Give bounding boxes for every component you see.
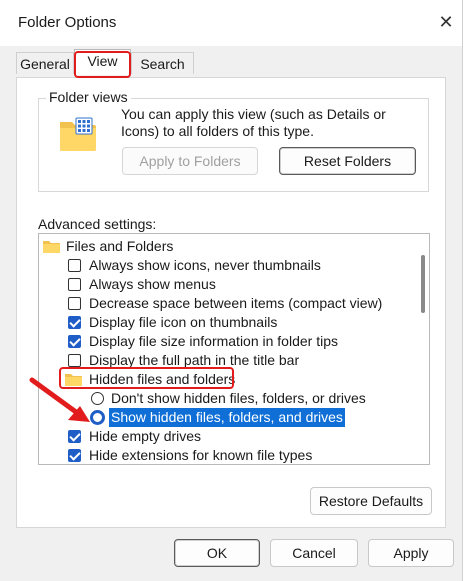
option-label-selected: Show hidden files, folders, and drives [109, 408, 345, 427]
checkbox[interactable] [68, 354, 81, 367]
checkbox[interactable] [68, 278, 81, 291]
apply-button[interactable]: Apply [368, 539, 454, 567]
advanced-settings-tree[interactable]: Files and Folders Always show icons, nev… [38, 233, 430, 465]
tab-strip: General View Search [16, 49, 446, 78]
checkbox-checked[interactable] [68, 430, 81, 443]
option-label: Don't show hidden files, folders, or dri… [111, 390, 366, 406]
apply-to-folders-button[interactable]: Apply to Folders [122, 147, 258, 175]
tab-search[interactable]: Search [131, 52, 194, 74]
option-hide-empty-drives[interactable]: Hide empty drives [39, 427, 419, 446]
option-label: Always show icons, never thumbnails [89, 257, 321, 273]
restore-defaults-button[interactable]: Restore Defaults [310, 487, 432, 515]
folder-views-legend: Folder views [46, 89, 131, 105]
advanced-settings-label: Advanced settings: [38, 216, 157, 232]
option-label: Decrease space between items (compact vi… [89, 295, 383, 311]
scrollbar-thumb[interactable] [421, 255, 425, 313]
option-file-size-tips[interactable]: Display file size information in folder … [39, 332, 419, 351]
option-hide-extensions[interactable]: Hide extensions for known file types [39, 446, 419, 464]
checkbox-checked[interactable] [68, 316, 81, 329]
close-icon[interactable]: ✕ [436, 12, 456, 32]
checkbox[interactable] [68, 297, 81, 310]
reset-folders-button[interactable]: Reset Folders [279, 147, 416, 175]
checkbox[interactable] [68, 259, 81, 272]
checkbox-checked[interactable] [68, 335, 81, 348]
ok-button[interactable]: OK [174, 539, 260, 567]
option-always-show-menus[interactable]: Always show menus [39, 275, 419, 294]
folder-icon [43, 241, 60, 253]
checkbox-checked[interactable] [68, 449, 81, 462]
folder-view-icon [60, 117, 96, 151]
option-always-show-icons[interactable]: Always show icons, never thumbnails [39, 256, 419, 275]
title-bar: Folder Options ✕ [0, 0, 462, 46]
option-compact-view[interactable]: Decrease space between items (compact vi… [39, 294, 419, 313]
option-label: Hide empty drives [89, 428, 202, 444]
folder-views-description: You can apply this view (such as Details… [121, 106, 386, 139]
annotation-arrow-icon [29, 377, 90, 422]
tree-folder-files-and-folders: Files and Folders [39, 237, 419, 256]
tab-view[interactable]: View [74, 49, 131, 75]
option-label: Display file icon on thumbnails [89, 314, 278, 330]
option-file-icon-thumbnails[interactable]: Display file icon on thumbnails [39, 313, 419, 332]
option-label: Always show menus [89, 276, 216, 292]
window-title: Folder Options [18, 14, 117, 31]
option-label: Display file size information in folder … [89, 333, 338, 349]
tree-item-label: Files and Folders [66, 238, 174, 254]
option-label: Hide extensions for known file types [89, 447, 313, 463]
cancel-button[interactable]: Cancel [270, 539, 358, 567]
tab-general[interactable]: General [16, 52, 74, 74]
